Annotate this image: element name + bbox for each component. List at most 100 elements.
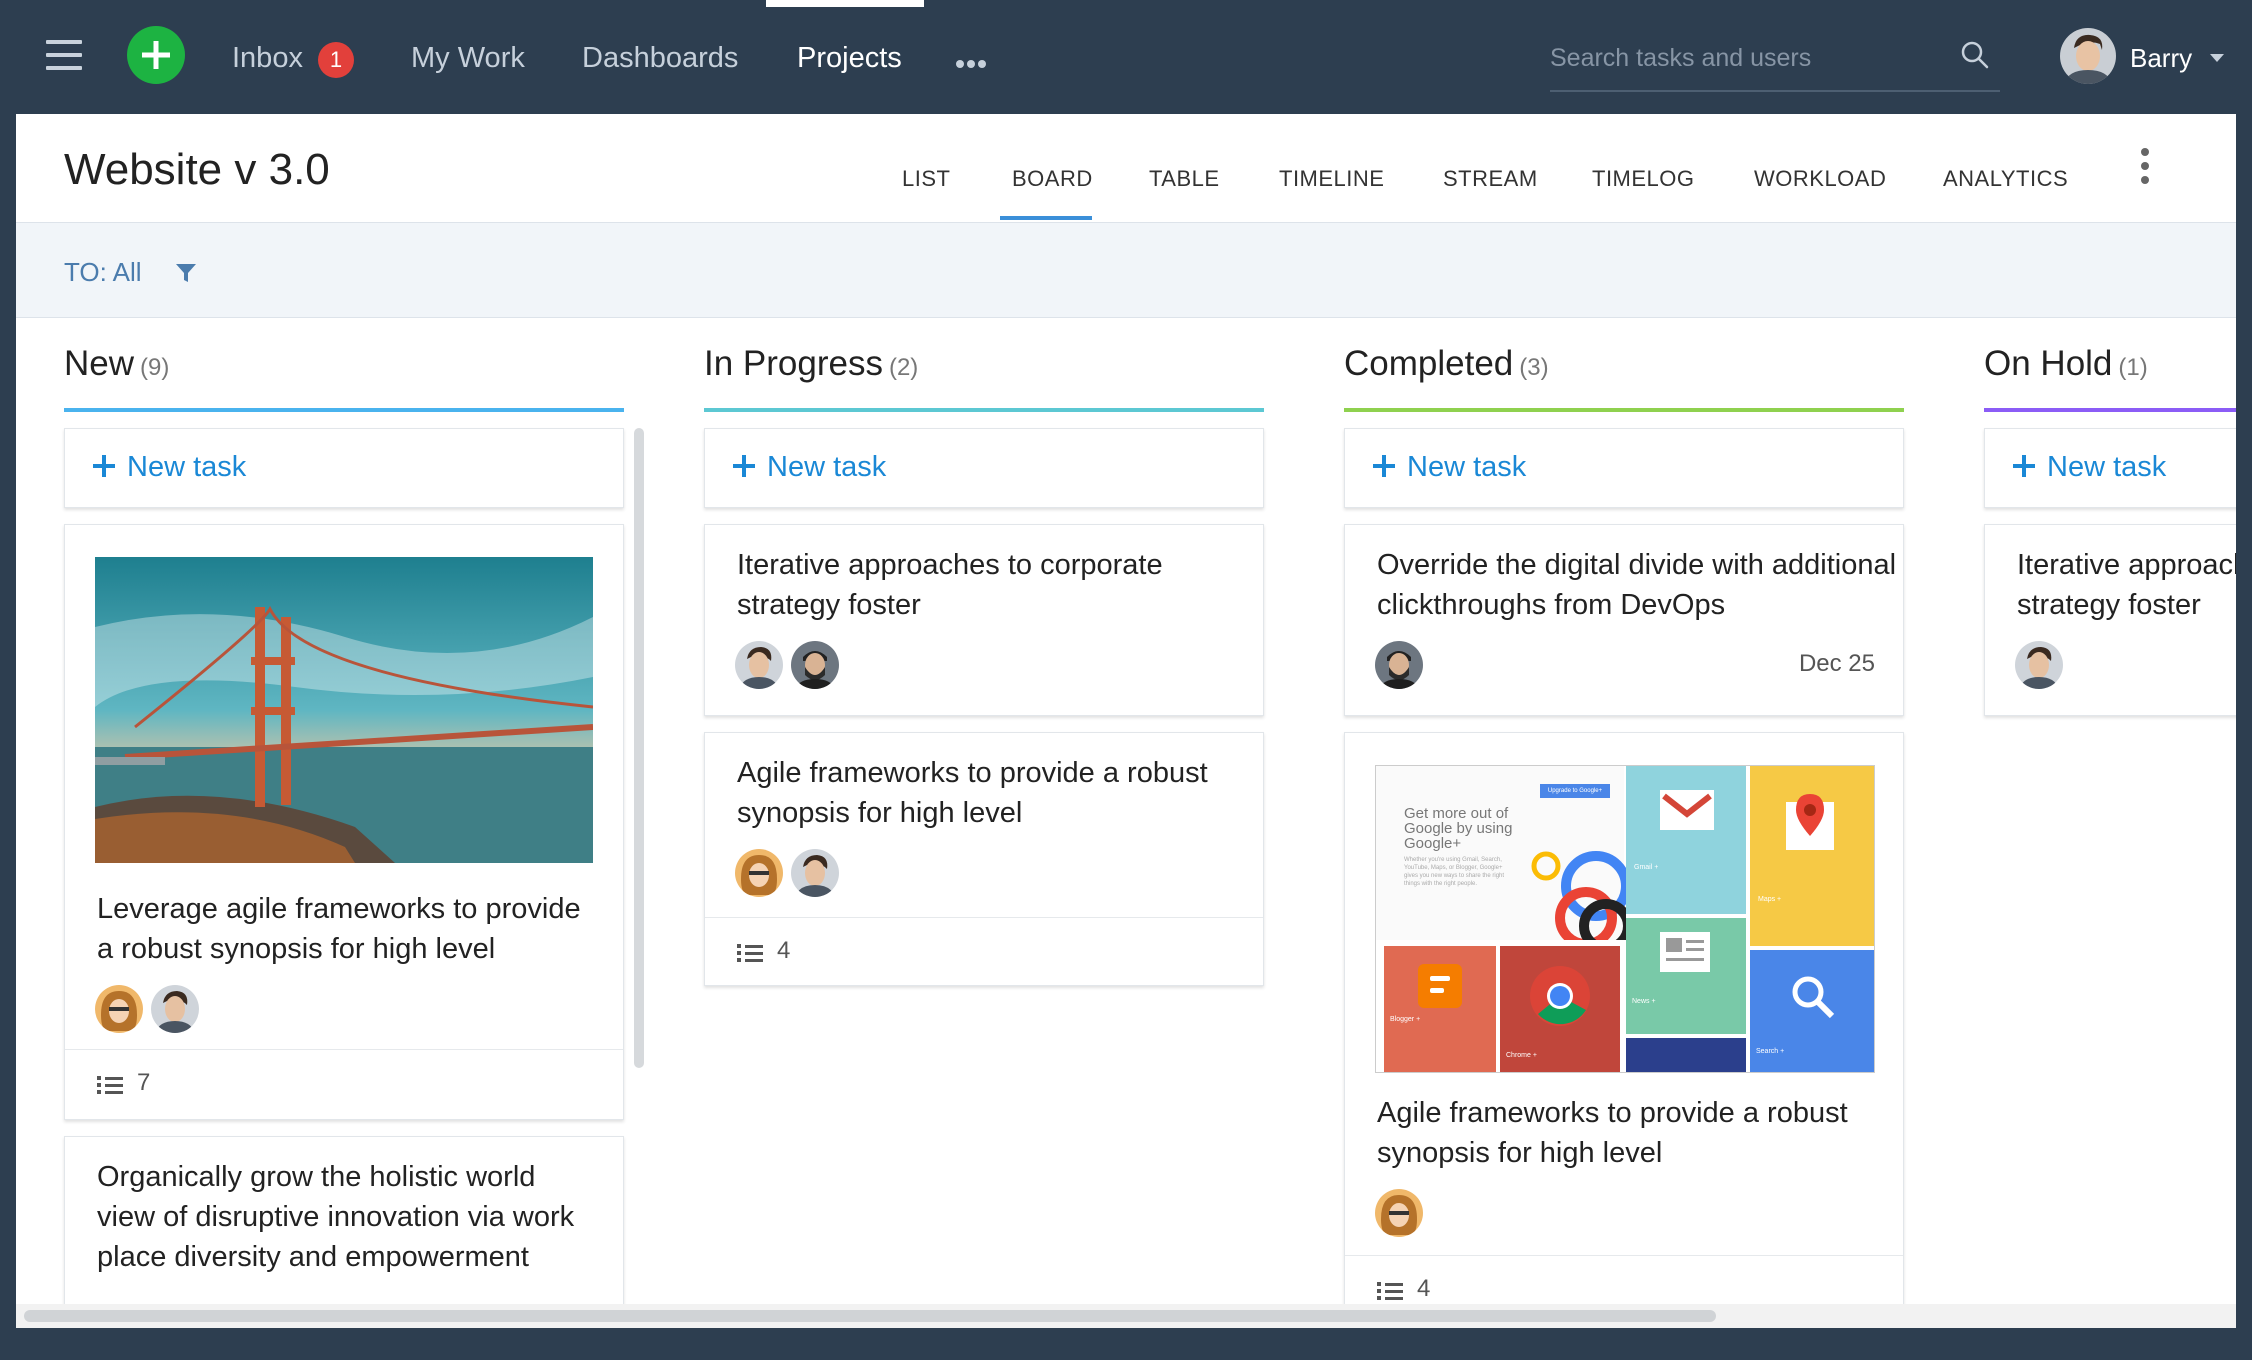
- new-task-button[interactable]: New task: [1344, 428, 1904, 508]
- horizontal-scrollbar-track: [16, 1304, 2236, 1328]
- card-cover-image: Get more out of Google by using Google+ …: [1375, 765, 1875, 1073]
- nav-my-work[interactable]: My Work: [411, 38, 525, 78]
- nav-dashboards[interactable]: Dashboards: [582, 38, 738, 78]
- task-title: Leverage agile frameworks to provide a r…: [97, 893, 581, 965]
- search-tile-label: Search +: [1756, 1048, 1785, 1055]
- column-count: (1): [2118, 354, 2148, 381]
- tab-analytics[interactable]: ANALYTICS: [1943, 164, 2068, 194]
- nav-projects[interactable]: Projects: [797, 38, 902, 78]
- chrome-icon: [1530, 966, 1590, 1026]
- column-title: Completed: [1344, 344, 1514, 383]
- chrome-tile-label: Chrome +: [1506, 1052, 1537, 1059]
- dark-tile: [1626, 1038, 1746, 1072]
- filter-icon[interactable]: [174, 261, 198, 285]
- horizontal-scrollbar[interactable]: [24, 1310, 1716, 1322]
- gmail-tile-label: Gmail +: [1634, 864, 1659, 871]
- column-count: (9): [140, 354, 170, 381]
- subtask-count: 7: [137, 1069, 151, 1096]
- assignee-avatar[interactable]: [791, 849, 839, 897]
- task-card[interactable]: Iterative approaches to corporate strate…: [1984, 524, 2236, 716]
- assignee-avatar[interactable]: [2015, 641, 2063, 689]
- menu-icon[interactable]: [46, 40, 82, 70]
- subtask-count: 4: [777, 937, 791, 964]
- tab-timelog[interactable]: TIMELOG: [1592, 164, 1695, 194]
- add-new-button[interactable]: [127, 26, 185, 84]
- column-in-progress: In Progress (2) New task Iterative approa…: [704, 318, 1266, 1308]
- news-tile-label: News +: [1632, 998, 1656, 1005]
- assignee-avatar[interactable]: [151, 985, 199, 1033]
- column-color-line: [64, 408, 624, 412]
- card-footer: 7: [65, 1049, 623, 1119]
- task-card[interactable]: Agile frameworks to provide a robust syn…: [704, 732, 1264, 986]
- plus-icon: [93, 455, 115, 477]
- task-title: Iterative approaches to corporate strate…: [737, 549, 1163, 621]
- maps-tile-label: Maps +: [1758, 896, 1782, 903]
- column-scrollbar[interactable]: [634, 428, 644, 1068]
- new-task-button[interactable]: New task: [704, 428, 1264, 508]
- promo-upgrade-badge: Upgrade to Google+: [1540, 784, 1610, 798]
- tab-list[interactable]: LIST: [902, 164, 950, 194]
- assignee-avatar[interactable]: [735, 641, 783, 689]
- kanban-board: New (9) New task Leverage agile framewor…: [16, 318, 2236, 1308]
- column-color-line: [1984, 408, 2236, 412]
- task-card[interactable]: Organically grow the holistic world view…: [64, 1136, 624, 1308]
- subtasks-icon: [737, 944, 763, 962]
- top-navigation: Inbox 1 My Work Dashboards Projects Barr…: [0, 0, 2252, 114]
- tab-workload[interactable]: WORKLOAD: [1754, 164, 1886, 194]
- assignee-avatar[interactable]: [95, 985, 143, 1033]
- assignee-avatar[interactable]: [1375, 1189, 1423, 1237]
- subtask-count: 4: [1417, 1275, 1431, 1302]
- filter-bar: TO: All: [16, 222, 2236, 318]
- magnifier-icon: [1792, 976, 1835, 1019]
- inbox-count-badge: 1: [318, 42, 354, 78]
- active-tab-underline: [1000, 216, 1092, 220]
- subtasks-icon: [1377, 1282, 1403, 1300]
- blogger-icon: [1418, 964, 1462, 1008]
- task-title: Agile frameworks to provide a robust syn…: [1377, 1097, 1848, 1169]
- column-title: New: [64, 344, 135, 383]
- maps-tile: Maps +: [1750, 766, 1874, 946]
- card-footer: 4: [705, 917, 1263, 987]
- promo-body: Whether you're using Gmail, Search, YouT…: [1404, 857, 1505, 887]
- card-footer: 4: [1345, 1255, 1903, 1308]
- gmail-tile: Gmail +: [1626, 766, 1746, 914]
- tab-board[interactable]: BOARD: [1012, 164, 1093, 194]
- more-options-icon[interactable]: [2139, 148, 2151, 192]
- chevron-down-icon[interactable]: [2210, 54, 2224, 62]
- column-header: New (9): [64, 342, 169, 390]
- tab-table[interactable]: TABLE: [1149, 164, 1220, 194]
- task-card[interactable]: Override the digital divide with additio…: [1344, 524, 1904, 716]
- plus-icon: [1373, 455, 1395, 477]
- new-task-button[interactable]: New task: [64, 428, 624, 508]
- tab-stream[interactable]: STREAM: [1443, 164, 1538, 194]
- column-on-hold: On Hold(1) New task Iterative approaches…: [1984, 318, 2236, 1308]
- assignee-avatars: [1375, 641, 1431, 691]
- assignee-avatars: [735, 849, 847, 899]
- plus-icon: [2013, 455, 2035, 477]
- assignee-avatars: [95, 985, 207, 1035]
- maps-icon: [1786, 794, 1834, 850]
- assignee-avatar[interactable]: [1375, 641, 1423, 689]
- task-title: Organically grow the holistic world view…: [97, 1161, 575, 1273]
- promo-headline: Get more out of Google by using Google+: [1404, 805, 1513, 852]
- column-new: New (9) New task Leverage agile framewor…: [64, 318, 626, 1308]
- tab-timeline[interactable]: TIMELINE: [1279, 164, 1384, 194]
- active-nav-indicator: [766, 0, 924, 7]
- task-card[interactable]: Leverage agile frameworks to provide a r…: [64, 524, 624, 1120]
- nav-inbox[interactable]: Inbox: [232, 38, 303, 78]
- news-tile: News +: [1626, 918, 1746, 1034]
- assignee-avatar[interactable]: [735, 849, 783, 897]
- task-title: Agile frameworks to provide a robust syn…: [737, 757, 1208, 829]
- more-nav-icon[interactable]: [956, 55, 989, 73]
- assignee-filter[interactable]: TO: All: [64, 255, 142, 289]
- task-card[interactable]: Iterative approaches to corporate strate…: [704, 524, 1264, 716]
- task-card[interactable]: Get more out of Google by using Google+ …: [1344, 732, 1904, 1308]
- search-input[interactable]: [1550, 36, 1950, 80]
- user-avatar[interactable]: [2060, 28, 2116, 84]
- user-name[interactable]: Barry: [2130, 40, 2192, 76]
- assignee-avatar[interactable]: [791, 641, 839, 689]
- new-task-label: New task: [2047, 451, 2167, 483]
- column-count: (3): [1519, 354, 1549, 381]
- new-task-button[interactable]: New task: [1984, 428, 2236, 508]
- search-icon[interactable]: [1960, 40, 1990, 70]
